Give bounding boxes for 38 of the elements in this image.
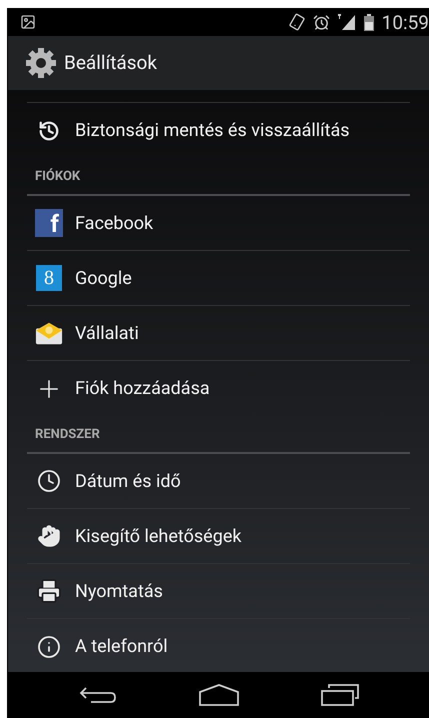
section-header: FIÓKOK — [35, 167, 80, 186]
facebook-logo: f — [35, 209, 63, 237]
gear-icon — [25, 47, 57, 79]
section-header: RENDSZER — [35, 426, 100, 444]
screen-title: Beállítások — [64, 50, 158, 76]
settings-item[interactable]: Vállalati — [27, 306, 410, 361]
restore-icon — [38, 120, 60, 142]
settings-item[interactable]: Dátum és idő — [27, 454, 410, 509]
back-icon[interactable] — [78, 686, 116, 704]
alarm-icon — [312, 14, 330, 30]
item-label: Google — [75, 266, 132, 290]
hand-icon — [37, 524, 61, 548]
settings-item[interactable]: Kisegítő lehetőségek — [27, 509, 410, 564]
settings-item[interactable]: Fiók hozzáadása — [27, 361, 410, 416]
info-icon — [37, 634, 61, 658]
image-icon — [20, 14, 36, 30]
settings-item[interactable]: A telefonról — [27, 619, 410, 672]
printer-icon — [36, 578, 62, 604]
envelope-icon — [35, 320, 63, 346]
item-label: Vállalati — [75, 322, 139, 346]
item-label: Kisegítő lehetőségek — [75, 524, 242, 548]
home-icon[interactable] — [198, 684, 240, 706]
settings-item[interactable]: Nyomtatás — [27, 564, 410, 619]
item-label: Nyomtatás — [75, 580, 163, 604]
item-label: A telefonról — [75, 635, 168, 659]
signal-icon — [338, 14, 356, 30]
clock-icon — [37, 469, 61, 493]
item-label: Dátum és idő — [75, 470, 181, 494]
item-label: Fiók hozzáadása — [75, 377, 210, 401]
battery-icon — [364, 14, 374, 30]
settings-item[interactable]: Biztonsági mentés és visszaállítás — [27, 103, 410, 158]
settings-item[interactable]: 8 Google — [27, 251, 410, 306]
item-label: Biztonsági mentés és visszaállítás — [75, 119, 350, 143]
recent-apps-icon[interactable] — [320, 684, 358, 706]
item-label: Facebook — [75, 212, 154, 236]
clock-time: 10:59 — [382, 12, 429, 32]
google-logo: 8 — [36, 265, 62, 291]
settings-item[interactable]: f Facebook — [27, 196, 410, 251]
